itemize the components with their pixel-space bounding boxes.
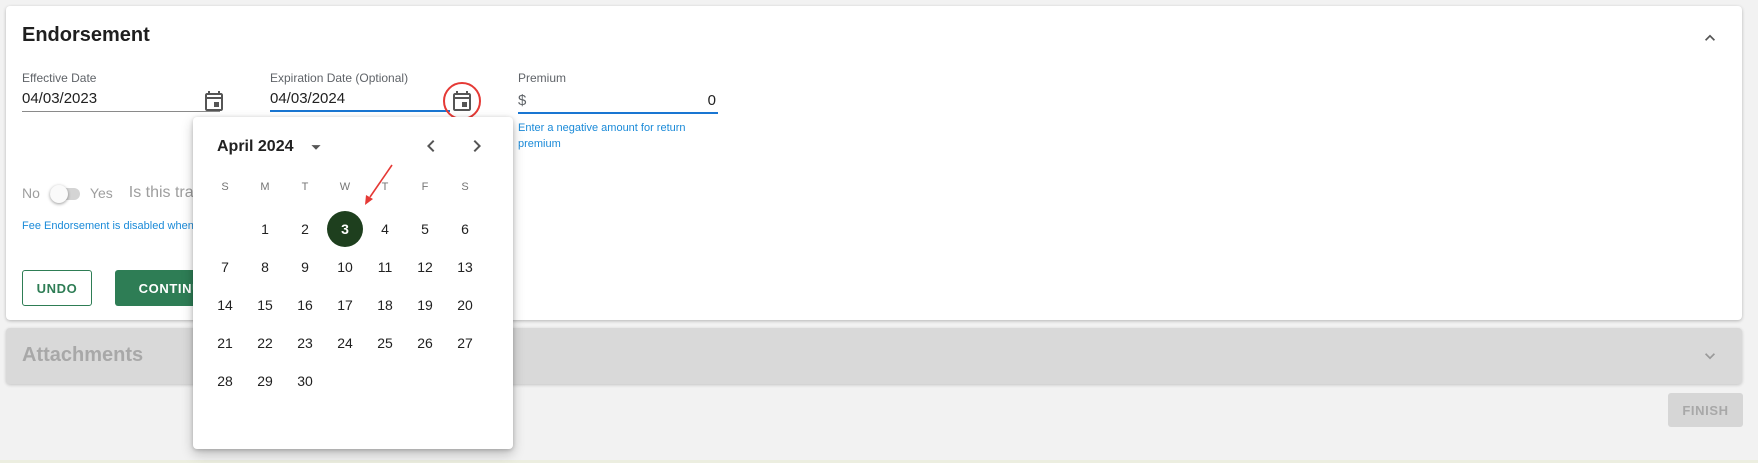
weekday-label: F (421, 181, 429, 193)
calendar-day[interactable]: 19 (407, 287, 443, 323)
undo-button[interactable]: UNDO (22, 270, 92, 306)
premium-label: Premium (518, 71, 567, 85)
calendar-day[interactable]: 8 (247, 249, 283, 285)
calendar-day[interactable]: 18 (367, 287, 403, 323)
expiration-date-label: Expiration Date (Optional) (270, 71, 409, 85)
premium-helper-line-2: premium (518, 138, 561, 150)
chevron-left-icon[interactable] (419, 134, 443, 158)
fee-endorsement-toggle-row: No Yes Is this tra (22, 182, 194, 204)
calendar-day[interactable]: 17 (327, 287, 363, 323)
effective-date-label: Effective Date (22, 71, 97, 85)
premium-underline (518, 112, 718, 114)
expiration-date-underline (270, 110, 450, 112)
calendar-day[interactable]: 29 (247, 363, 283, 399)
calendar-day[interactable]: 4 (367, 211, 403, 247)
calendar-icon[interactable] (202, 89, 226, 113)
weekday-label: W (339, 181, 351, 193)
fee-endorsement-note: Fee Endorsement is disabled when (22, 220, 194, 232)
calendar-day[interactable]: 25 (367, 325, 403, 361)
chevron-down-icon[interactable] (1700, 346, 1720, 366)
calendar-day[interactable]: 5 (407, 211, 443, 247)
calendar-day[interactable]: 1 (247, 211, 283, 247)
endorsement-title: Endorsement (22, 24, 150, 46)
calendar-day[interactable]: 21 (207, 325, 243, 361)
date-picker-header: April 2024 (217, 136, 327, 158)
toggle-yes-label: Yes (89, 185, 113, 201)
premium-helper-line-1: Enter a negative amount for return (518, 122, 686, 134)
chevron-up-icon[interactable] (1700, 28, 1720, 48)
calendar-day[interactable]: 27 (447, 325, 483, 361)
expiration-date-input[interactable]: 04/03/2024 (270, 90, 345, 107)
calendar-day[interactable]: 20 (447, 287, 483, 323)
calendar-day[interactable]: 26 (407, 325, 443, 361)
month-year-label[interactable]: April 2024 (217, 138, 293, 156)
fee-endorsement-question: Is this tra (128, 184, 194, 201)
effective-date-input[interactable]: 04/03/2023 (22, 90, 97, 107)
calendar-day[interactable]: 28 (207, 363, 243, 399)
switch-thumb[interactable] (49, 185, 68, 203)
calendar-day[interactable]: 6 (447, 211, 483, 247)
weekday-label: S (461, 181, 469, 193)
premium-input[interactable]: 0 (646, 92, 716, 109)
date-picker-popup: April 2024 SMTWTFS 1 2 3 4 5 6 7 8 9 10 11 12 13 14 15… (193, 117, 513, 449)
finish-button[interactable]: FINISH (1668, 393, 1743, 427)
weekday-label: T (301, 181, 309, 193)
calendar-day[interactable]: 16 (287, 287, 323, 323)
calendar-day[interactable]: 15 (247, 287, 283, 323)
weekday-label: T (381, 181, 389, 193)
calendar-day-selected[interactable]: 3 (327, 211, 363, 247)
calendar-day[interactable]: 2 (287, 211, 323, 247)
caret-down-icon[interactable] (305, 136, 327, 158)
weekday-label: S (221, 181, 229, 193)
calendar-day[interactable]: 7 (207, 249, 243, 285)
fee-endorsement-switch[interactable] (49, 185, 80, 203)
toggle-no-label: No (22, 185, 40, 201)
weekday-label: M (260, 181, 270, 193)
effective-date-underline (22, 111, 220, 112)
calendar-day[interactable]: 14 (207, 287, 243, 323)
attachments-title: Attachments (22, 344, 144, 366)
calendar-day[interactable]: 13 (447, 249, 483, 285)
calendar-day[interactable]: 12 (407, 249, 443, 285)
calendar-day[interactable]: 22 (247, 325, 283, 361)
calendar-day[interactable]: 9 (287, 249, 323, 285)
currency-symbol: $ (518, 92, 527, 109)
premium-helper-text: Enter a negative amount for return premi… (518, 120, 686, 152)
chevron-right-icon[interactable] (465, 134, 489, 158)
annotation-highlight-circle (443, 82, 481, 120)
calendar-day[interactable]: 30 (287, 363, 323, 399)
calendar-day[interactable]: 24 (327, 325, 363, 361)
calendar-day[interactable]: 23 (287, 325, 323, 361)
calendar-day[interactable]: 10 (327, 249, 363, 285)
calendar-day[interactable]: 11 (367, 249, 403, 285)
